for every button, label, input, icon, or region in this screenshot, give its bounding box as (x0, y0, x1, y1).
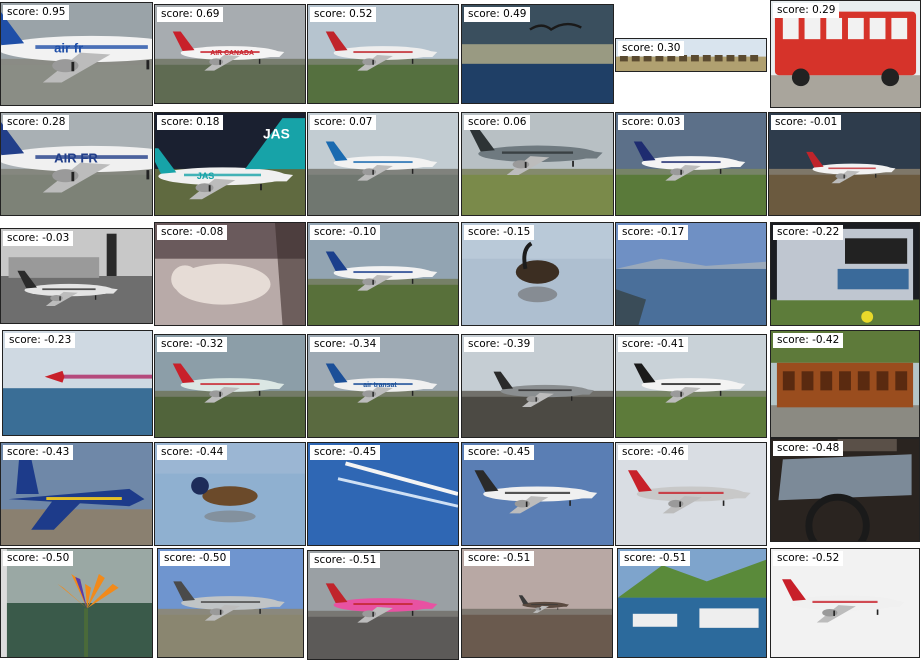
result-thumbnail[interactable]: score: -0.32 (154, 334, 306, 438)
result-thumbnail[interactable]: score: 0.03 (615, 112, 767, 216)
score-label: score: 0.28 (3, 115, 70, 130)
result-thumbnail[interactable]: score: 0.49 (461, 4, 614, 104)
score-label: score: -0.50 (3, 551, 74, 566)
score-label: score: 0.06 (464, 115, 531, 130)
result-thumbnail[interactable]: score: -0.45 (307, 442, 459, 546)
result-thumbnail[interactable]: score: -0.42 (770, 330, 920, 438)
result-thumbnail[interactable]: score: -0.39 (461, 334, 614, 438)
result-thumbnail[interactable]: score: 0.52 (307, 4, 459, 104)
result-thumbnail[interactable]: AIR FR score: 0.28 (0, 112, 153, 216)
score-label: score: -0.44 (157, 445, 228, 460)
svg-text:JAS: JAS (197, 171, 214, 181)
result-thumbnail[interactable]: score: 0.30 (615, 38, 767, 72)
score-label: score: -0.41 (618, 337, 689, 352)
svg-text:air fr: air fr (54, 41, 83, 56)
score-label: score: -0.03 (3, 231, 74, 246)
result-thumbnail[interactable]: score: -0.52 (770, 548, 920, 658)
score-label: score: -0.45 (464, 445, 535, 460)
score-label: score: -0.51 (464, 551, 535, 566)
score-label: score: -0.15 (464, 225, 535, 240)
score-label: score: 0.95 (3, 5, 70, 20)
score-label: score: -0.45 (310, 445, 381, 460)
result-thumbnail[interactable]: score: -0.45 (461, 442, 614, 546)
result-thumbnail[interactable]: JAS JAS score: 0.18 (154, 112, 306, 216)
score-label: score: -0.43 (3, 445, 74, 460)
image-grid: air fr score: 0.95 AIR CANADA score: 0.69 sc… (0, 0, 922, 660)
result-thumbnail[interactable]: score: -0.17 (615, 222, 767, 326)
result-thumbnail[interactable]: score: -0.51 (307, 550, 459, 660)
result-thumbnail[interactable]: score: -0.10 (307, 222, 459, 326)
score-label: score: -0.08 (157, 225, 228, 240)
score-label: score: -0.51 (620, 551, 691, 566)
score-label: score: -0.34 (310, 337, 381, 352)
result-thumbnail[interactable]: score: -0.03 (0, 228, 153, 324)
score-label: score: -0.51 (310, 553, 381, 568)
result-thumbnail[interactable]: score: -0.44 (154, 442, 306, 546)
score-label: score: -0.23 (5, 333, 76, 348)
score-label: score: -0.50 (160, 551, 231, 566)
result-thumbnail[interactable]: AIR CANADA score: 0.69 (154, 4, 306, 104)
result-thumbnail[interactable]: score: 0.07 (307, 112, 459, 216)
result-thumbnail[interactable]: score: -0.23 (2, 330, 153, 436)
result-thumbnail[interactable]: score: -0.48 (770, 438, 920, 542)
score-label: score: 0.07 (310, 115, 377, 130)
svg-text:AIR FR: AIR FR (54, 151, 98, 166)
score-label: score: 0.03 (618, 115, 685, 130)
svg-text:air transat: air transat (363, 382, 397, 389)
result-thumbnail[interactable]: score: -0.43 (0, 442, 153, 546)
result-thumbnail[interactable]: score: -0.50 (157, 548, 304, 658)
result-thumbnail[interactable]: score: -0.50 (0, 548, 153, 658)
score-label: score: -0.10 (310, 225, 381, 240)
result-thumbnail[interactable]: score: -0.51 (617, 548, 767, 658)
score-label: score: -0.42 (773, 333, 844, 348)
score-label: score: -0.48 (773, 441, 844, 456)
result-thumbnail[interactable]: score: -0.22 (770, 222, 920, 326)
result-thumbnail[interactable]: score: -0.51 (461, 548, 613, 658)
score-label: score: -0.52 (773, 551, 844, 566)
result-thumbnail[interactable]: air fr score: 0.95 (0, 2, 153, 106)
score-label: score: -0.39 (464, 337, 535, 352)
result-thumbnail[interactable]: score: 0.06 (461, 112, 614, 216)
result-thumbnail[interactable]: score: 0.29 (770, 0, 921, 108)
score-label: score: -0.46 (618, 445, 689, 460)
score-label: score: 0.30 (618, 41, 685, 56)
svg-text:JAS: JAS (263, 127, 290, 142)
result-thumbnail[interactable]: score: -0.01 (768, 112, 921, 216)
result-thumbnail[interactable]: score: -0.08 (154, 222, 306, 326)
result-thumbnail[interactable]: score: -0.46 (615, 442, 767, 546)
score-label: score: 0.52 (310, 7, 377, 22)
score-label: score: -0.01 (771, 115, 842, 130)
result-thumbnail[interactable]: air transat score: -0.34 (307, 334, 459, 438)
score-label: score: 0.49 (464, 7, 531, 22)
result-thumbnail[interactable]: score: -0.41 (615, 334, 767, 438)
score-label: score: -0.32 (157, 337, 228, 352)
svg-text:AIR CANADA: AIR CANADA (210, 50, 254, 57)
score-label: score: 0.18 (157, 115, 224, 130)
score-label: score: 0.29 (773, 3, 840, 18)
score-label: score: -0.17 (618, 225, 689, 240)
score-label: score: 0.69 (157, 7, 224, 22)
score-label: score: -0.22 (773, 225, 844, 240)
result-thumbnail[interactable]: score: -0.15 (461, 222, 614, 326)
